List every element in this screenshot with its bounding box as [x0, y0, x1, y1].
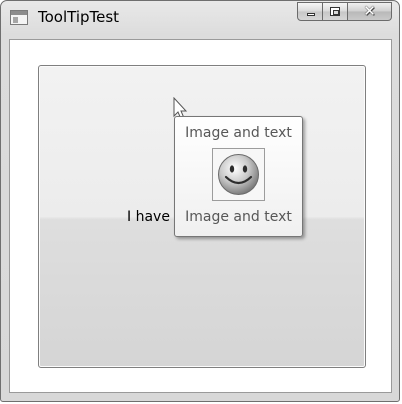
- close-icon: ✕: [363, 2, 376, 20]
- close-button[interactable]: ✕: [348, 2, 392, 21]
- minimize-icon: [307, 13, 315, 16]
- smiley-face-icon: [218, 154, 259, 195]
- window-title: ToolTipTest: [38, 8, 120, 26]
- tooltip-bottom-text: Image and text: [185, 209, 292, 225]
- tooltip-image: [212, 148, 265, 201]
- title-bar[interactable]: ToolTipTest ✕: [1, 1, 399, 35]
- app-window-icon[interactable]: [10, 10, 28, 25]
- tooltip: Image and text Image and text: [174, 116, 303, 237]
- maximize-button[interactable]: [323, 2, 348, 21]
- main-button-label: I have: [127, 209, 170, 225]
- caption-buttons: ✕: [297, 2, 392, 22]
- tooltip-top-text: Image and text: [185, 125, 292, 141]
- maximize-icon: [330, 7, 340, 16]
- minimize-button[interactable]: [297, 2, 323, 21]
